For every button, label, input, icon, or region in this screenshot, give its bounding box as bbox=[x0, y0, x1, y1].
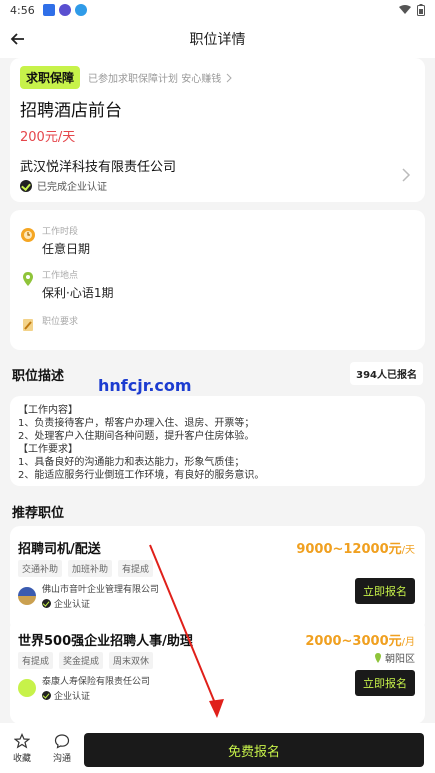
rec-verified-label: 企业认证 bbox=[54, 692, 91, 702]
battery-icon bbox=[417, 4, 425, 16]
collect-label: 收藏 bbox=[12, 753, 31, 764]
company-verified: 已完成企业认证 bbox=[20, 178, 107, 193]
nav-bar: 职位详情 bbox=[0, 20, 435, 58]
rec-tags: 有提成 奖金提成 周末双休 bbox=[18, 652, 154, 669]
rec-job-title: 世界500强企业招聘人事/助理 bbox=[18, 634, 193, 649]
chat-bubble-icon bbox=[54, 733, 70, 749]
description-text: 【工作内容】 1、负责接待客户，帮客户办理入住、退房、开票等； 2、处理客户入住… bbox=[18, 405, 265, 481]
apply-now-button[interactable]: 立即报名 bbox=[355, 670, 415, 696]
rec-tags: 交通补助 加班补助 有提成 bbox=[18, 560, 154, 577]
job-header-card: 求职保障 已参加求职保障计划 安心赚钱 招聘酒店前台 200元/天 武汉悦洋科技… bbox=[10, 58, 425, 202]
rec-verified-label: 企业认证 bbox=[54, 600, 91, 610]
chat-label: 沟通 bbox=[52, 753, 71, 764]
rec-company-name: 泰康人寿保险有限责任公司 bbox=[42, 677, 151, 687]
rec-tag: 奖金提成 bbox=[59, 652, 104, 669]
recommend-job-card[interactable]: 招聘司机/配送 9000~12000元/天 交通补助 加班补助 有提成 佛山市音… bbox=[10, 526, 425, 632]
collect-button[interactable]: 收藏 bbox=[2, 732, 42, 764]
rec-company: 泰康人寿保险有限责任公司 企业认证 bbox=[18, 674, 150, 702]
back-arrow-icon[interactable] bbox=[8, 29, 28, 49]
company-chevron-icon[interactable] bbox=[401, 168, 411, 182]
star-icon bbox=[14, 732, 30, 749]
guarantee-badge: 求职保障 bbox=[20, 66, 81, 89]
verified-label: 已完成企业认证 bbox=[37, 182, 107, 193]
apply-now-button[interactable]: 立即报名 bbox=[355, 578, 415, 604]
work-time-label: 工作时段 bbox=[42, 227, 79, 237]
work-time-value: 任意日期 bbox=[42, 242, 91, 256]
rec-salary-value: 9000~12000元 bbox=[296, 542, 402, 557]
watermark: hnfcjr.com bbox=[98, 376, 192, 395]
company-logo bbox=[18, 679, 36, 697]
company-name[interactable]: 武汉悦洋科技有限责任公司 bbox=[20, 156, 176, 175]
rec-tag: 有提成 bbox=[118, 560, 154, 577]
clock-icon bbox=[21, 228, 35, 242]
description-card: 【工作内容】 1、负责接待客户，帮客户办理入住、退房、开票等； 2、处理客户入住… bbox=[10, 396, 425, 486]
work-place-row: 工作地点 保利·心语1期 bbox=[20, 268, 113, 301]
rec-company: 佛山市音叶企业管理有限公司 企业认证 bbox=[18, 582, 159, 610]
recommend-job-card[interactable]: 世界500强企业招聘人事/助理 2000~3000元/月 朝阳区 有提成 奖金提… bbox=[10, 618, 425, 724]
verified-check-icon bbox=[20, 179, 32, 192]
status-bar: 4:56 bbox=[0, 0, 435, 20]
job-requirement-label: 职位要求 bbox=[42, 317, 79, 327]
app-notification-icon bbox=[42, 4, 55, 16]
work-place-label: 工作地点 bbox=[42, 271, 79, 281]
rec-salary-unit: /天 bbox=[401, 545, 415, 556]
work-time-row: 工作时段 任意日期 bbox=[20, 224, 90, 257]
chat-button[interactable]: 沟通 bbox=[42, 733, 82, 764]
download-notification-icon bbox=[74, 4, 87, 16]
page-title: 职位详情 bbox=[189, 32, 246, 48]
rec-company-verified: 企业认证 bbox=[42, 597, 159, 610]
rec-job-title: 招聘司机/配送 bbox=[18, 542, 101, 557]
rec-tag: 交通补助 bbox=[18, 560, 63, 577]
rec-tag: 有提成 bbox=[18, 652, 54, 669]
verified-check-icon bbox=[42, 691, 51, 700]
apply-count-badge: 394人已报名 bbox=[350, 362, 423, 385]
company-logo bbox=[18, 587, 36, 605]
rec-salary-unit: /月 bbox=[401, 637, 415, 648]
chevron-right-icon bbox=[226, 73, 232, 82]
guarantee-note: 已参加求职保障计划 安心赚钱 bbox=[88, 74, 222, 85]
pencil-icon bbox=[23, 319, 33, 331]
job-requirement-row: 职位要求 bbox=[20, 314, 78, 333]
location-pin-icon bbox=[23, 272, 33, 286]
job-title: 招聘酒店前台 bbox=[20, 101, 122, 121]
rec-company-verified: 企业认证 bbox=[42, 689, 150, 702]
description-heading: 职位描述 bbox=[12, 369, 65, 384]
rec-tag: 周末双休 bbox=[109, 652, 154, 669]
rec-district-label: 朝阳区 bbox=[385, 654, 415, 665]
rec-district: 朝阳区 bbox=[374, 650, 415, 665]
recommend-heading: 推荐职位 bbox=[12, 506, 65, 521]
rec-job-salary: 9000~12000元/天 bbox=[296, 538, 415, 557]
work-info-card: 工作时段 任意日期 工作地点 保利·心语1期 职位要求 bbox=[10, 210, 425, 350]
rec-job-salary: 2000~3000元/月 bbox=[305, 630, 415, 649]
status-time: 4:56 bbox=[10, 3, 35, 17]
location-pin-icon bbox=[375, 652, 381, 663]
verified-check-icon bbox=[42, 599, 51, 608]
rec-company-name: 佛山市音叶企业管理有限公司 bbox=[42, 585, 160, 595]
rec-salary-value: 2000~3000元 bbox=[305, 634, 402, 649]
wifi-icon bbox=[399, 5, 411, 14]
bottom-action-bar: 收藏 沟通 免费报名 bbox=[0, 723, 435, 773]
guarantee-row[interactable]: 求职保障 已参加求职保障计划 安心赚钱 bbox=[20, 66, 233, 89]
work-place-value: 保利·心语1期 bbox=[42, 286, 114, 300]
job-salary: 200元/天 bbox=[20, 130, 76, 145]
free-apply-button[interactable]: 免费报名 bbox=[84, 733, 424, 767]
moon-notification-icon bbox=[58, 4, 71, 16]
rec-tag: 加班补助 bbox=[68, 560, 113, 577]
